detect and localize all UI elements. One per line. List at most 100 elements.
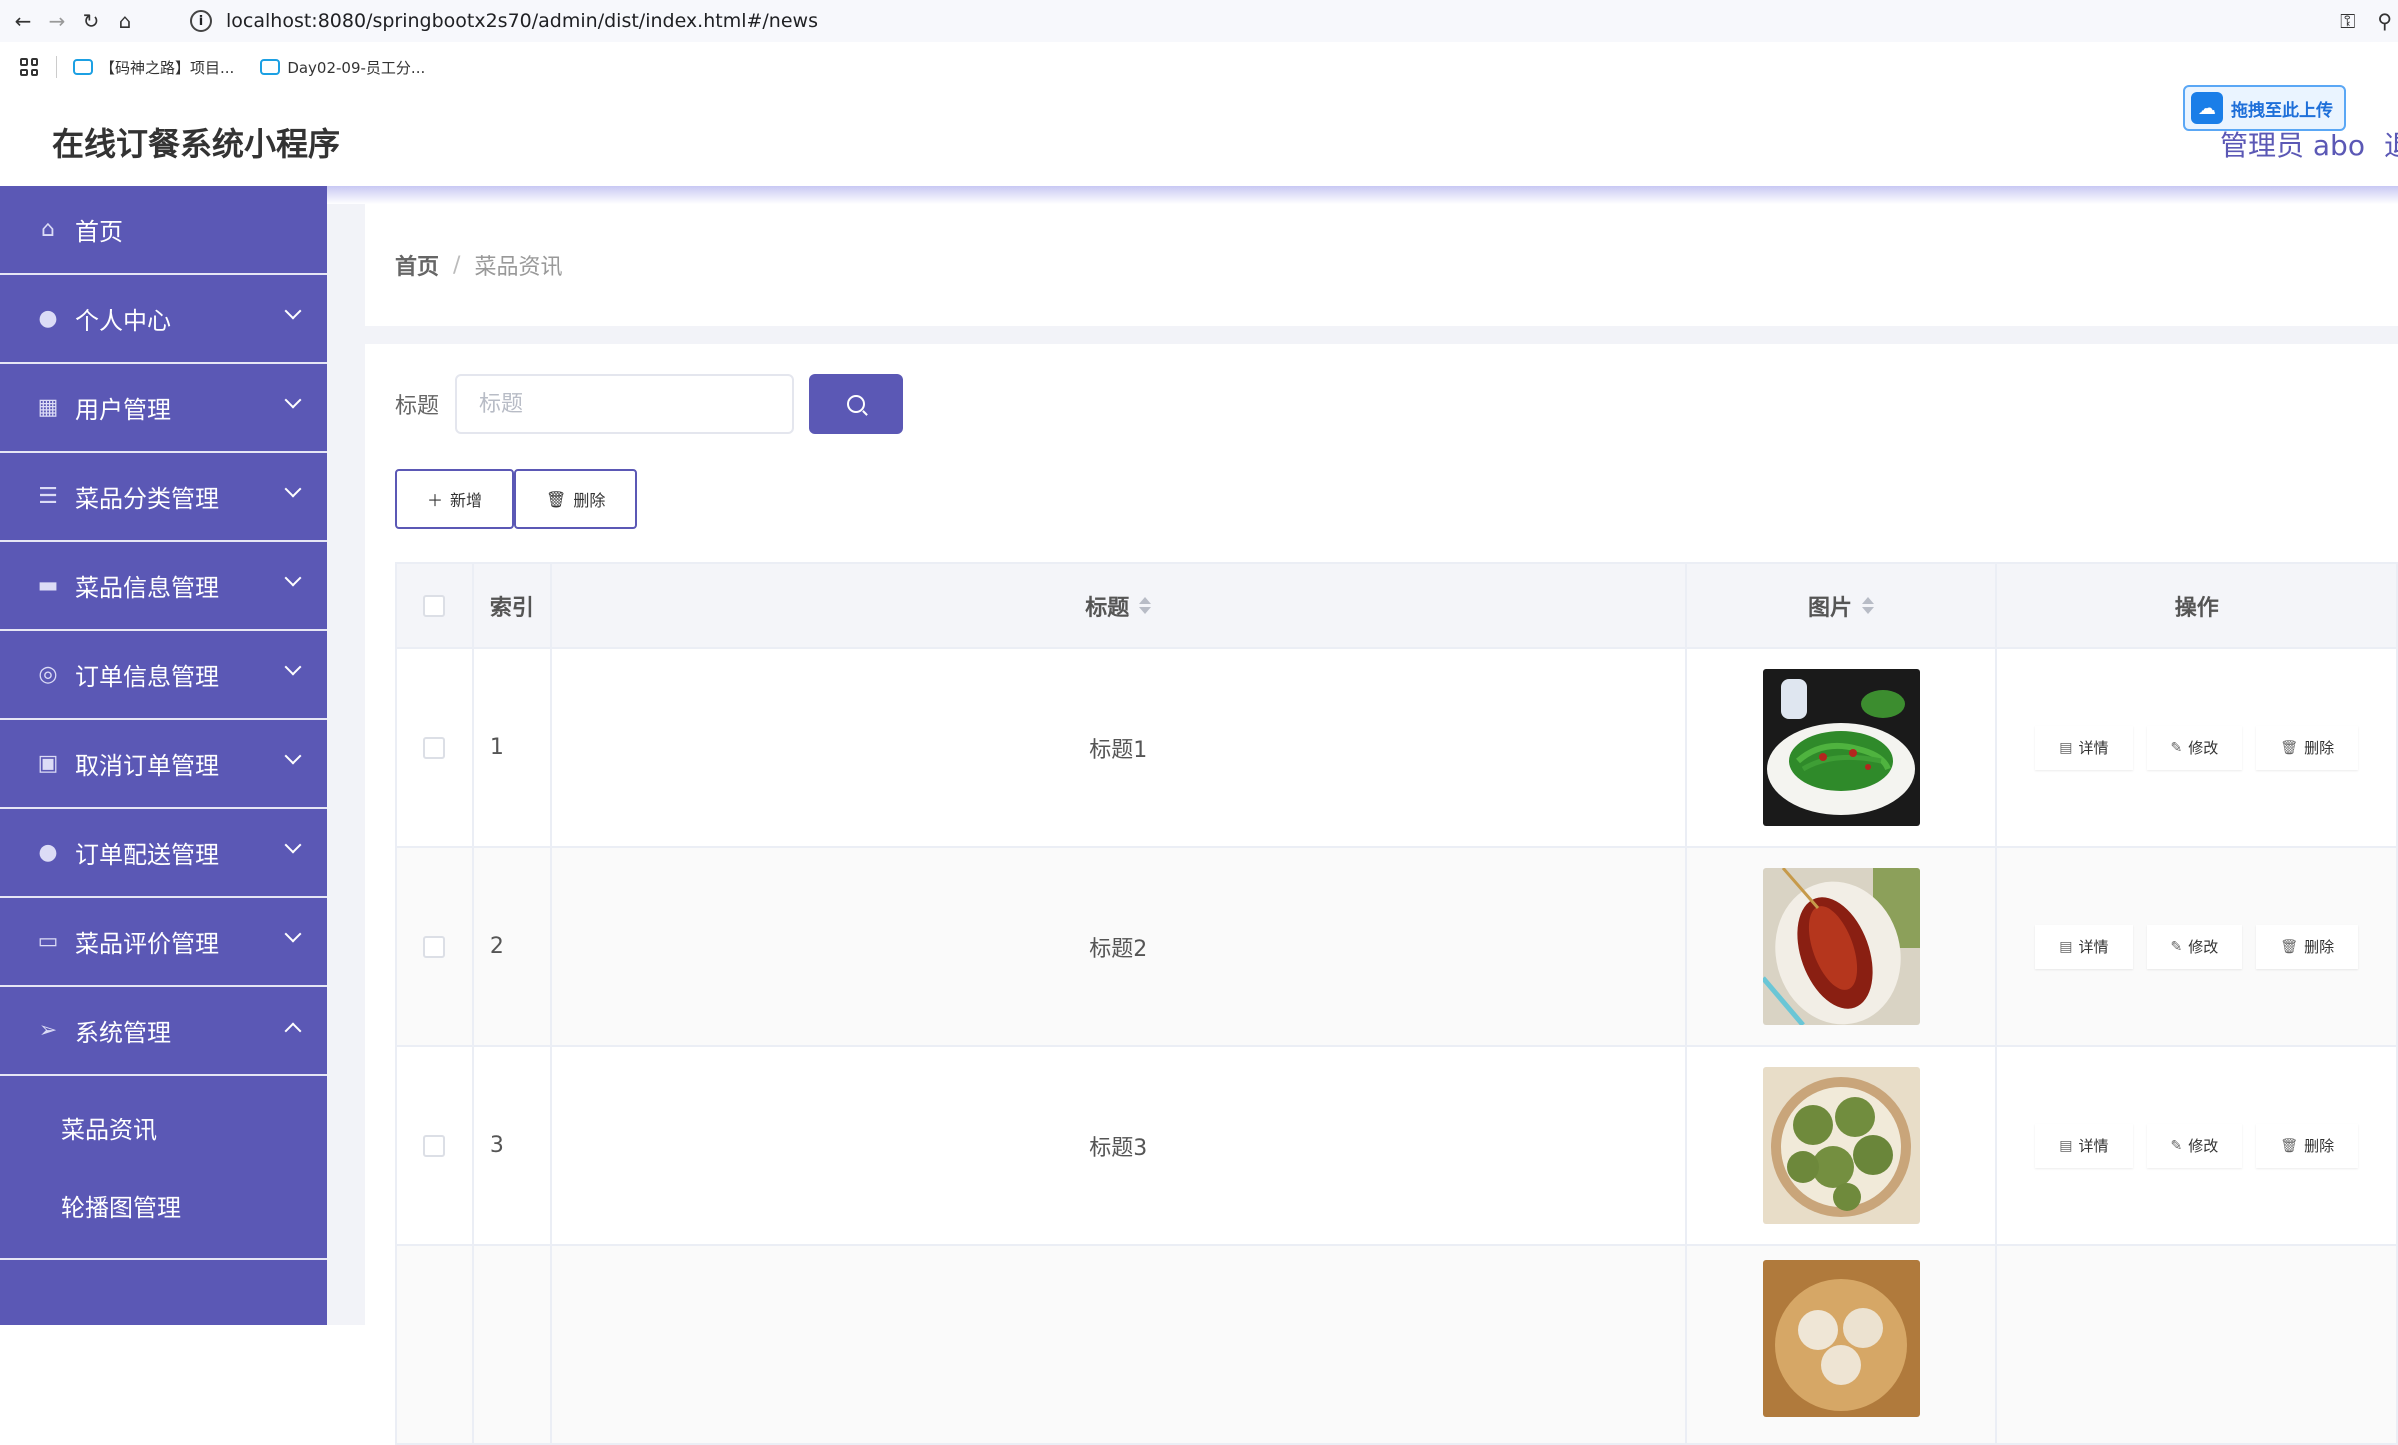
row-actions: ▤ 详情 ✎ 修改 🗑 删除 — [1997, 848, 2398, 1045]
row-checkbox[interactable] — [423, 1134, 446, 1157]
main-content: 首页 / 菜品资讯 标题 ＋ 新增 🗑 删除 — [327, 204, 2398, 1445]
row-checkbox-cell — [397, 1047, 474, 1244]
address-bar[interactable]: i localhost:8080/springbootx2s70/admin/d… — [190, 4, 2340, 38]
sidebar-item-label: 菜品评价管理 — [75, 930, 219, 958]
add-button[interactable]: ＋ 新增 — [395, 469, 515, 529]
logout-link[interactable]: 退 — [2384, 124, 2398, 164]
detail-button[interactable]: ▤ 详情 — [2035, 1123, 2133, 1168]
chevron-down-icon — [284, 480, 302, 498]
browser-toolbar: ← → ↻ ⌂ i localhost:8080/springbootx2s70… — [0, 0, 2398, 42]
home-nav-icon[interactable]: ⌂ — [114, 9, 136, 33]
detail-button[interactable]: ▤ 详情 — [2035, 725, 2133, 770]
delete-label: 删除 — [2304, 1137, 2335, 1155]
batch-delete-button[interactable]: 🗑 删除 — [514, 469, 638, 529]
apps-grid-icon[interactable] — [20, 58, 38, 76]
row-picture-cell — [1687, 848, 1998, 1045]
sidebar-item-label: 取消订单管理 — [75, 752, 219, 780]
url-text: localhost:8080/springbootx2s70/admin/dis… — [226, 10, 818, 32]
bookmark-label: Day02-09-员工分... — [287, 58, 426, 77]
sidebar-item-label: 菜品分类管理 — [75, 485, 219, 513]
row-picture-cell — [1687, 1047, 1998, 1244]
breadcrumb-home[interactable]: 首页 — [395, 249, 439, 281]
reload-icon[interactable]: ↻ — [80, 9, 102, 33]
detail-label: 详情 — [2078, 739, 2109, 757]
column-header-picture[interactable]: 图片 — [1687, 564, 1998, 647]
delete-button[interactable]: 🗑 删除 — [2256, 1123, 2359, 1168]
sidebar-item-user-management[interactable]: ▦ 用户管理 — [0, 364, 327, 453]
chevron-down-icon — [284, 302, 302, 320]
column-header-label: 图片 — [1808, 595, 1853, 621]
grid-icon: ▦ — [37, 395, 59, 420]
row-index — [474, 1246, 552, 1443]
news-table: 索引 标题 图片 操作 1 标题1 ▤ 详情 ✎ 修改 🗑 删除 2 标题2 ▤… — [395, 562, 2398, 1445]
edit-button[interactable]: ✎ 修改 — [2146, 1123, 2243, 1168]
sort-icon[interactable] — [1139, 597, 1152, 614]
document-icon: ▤ — [2059, 739, 2073, 756]
trash-icon: 🗑 — [2280, 1137, 2299, 1154]
bookmark-item[interactable]: Day02-09-员工分... — [260, 57, 425, 78]
site-info-icon[interactable]: i — [190, 10, 212, 32]
chevron-down-icon — [284, 747, 302, 765]
lifebuoy-icon: ◎ — [38, 662, 58, 687]
zoom-icon[interactable]: ⚲ — [2377, 9, 2392, 33]
row-checkbox-cell — [397, 848, 474, 1045]
sidebar-item-label: 菜品信息管理 — [75, 574, 219, 602]
dish-image — [1762, 1067, 1920, 1224]
bilibili-icon — [260, 59, 281, 75]
forward-icon[interactable]: → — [46, 9, 68, 33]
column-header-label: 标题 — [1085, 595, 1130, 621]
title-search-input[interactable] — [455, 374, 795, 434]
row-actions: ▤ 详情 ✎ 修改 🗑 删除 — [1997, 1047, 2398, 1244]
clipboard-icon: ▣ — [37, 751, 59, 776]
sidebar: ⌂ 首页 ● 个人中心 ▦ 用户管理 ☰ 菜品分类管理 ▬ 菜品信息管理 ◎ 订… — [0, 186, 327, 1325]
edit-button[interactable]: ✎ 修改 — [2146, 725, 2243, 770]
sidebar-item-order-info[interactable]: ◎ 订单信息管理 — [0, 631, 327, 720]
trash-icon: 🗑 — [546, 489, 567, 509]
search-icon — [847, 395, 866, 413]
cloud-icon: ☁ — [2191, 92, 2223, 124]
row-actions — [1997, 1246, 2398, 1443]
edit-button[interactable]: ✎ 修改 — [2146, 924, 2243, 969]
row-index: 1 — [474, 649, 552, 846]
sidebar-item-dish-info[interactable]: ▬ 菜品信息管理 — [0, 542, 327, 631]
plus-icon: ＋ — [427, 491, 444, 510]
row-checkbox[interactable] — [423, 736, 446, 759]
upload-badge-label: 拖拽至此上传 — [2231, 100, 2333, 121]
table-row: 3 标题3 ▤ 详情 ✎ 修改 🗑 删除 — [397, 1047, 2398, 1246]
sidebar-item-dish-category[interactable]: ☰ 菜品分类管理 — [0, 453, 327, 542]
upload-overlay-button[interactable]: ☁ 拖拽至此上传 — [2183, 85, 2346, 131]
table-row: 2 标题2 ▤ 详情 ✎ 修改 🗑 删除 — [397, 848, 2398, 1047]
sidebar-item-personal-center[interactable]: ● 个人中心 — [0, 275, 327, 364]
delete-button[interactable]: 🗑 删除 — [2256, 924, 2359, 969]
sidebar-item-home[interactable]: ⌂ 首页 — [0, 186, 327, 275]
password-key-icon[interactable]: ⚿ — [2340, 9, 2355, 33]
sidebar-subitem-dish-news[interactable]: 菜品资讯 — [0, 1088, 327, 1166]
back-icon[interactable]: ← — [12, 9, 34, 33]
chevron-down-icon — [284, 925, 302, 943]
app-title: 在线订餐系统小程序 — [52, 125, 341, 163]
header-shadow — [326, 186, 2398, 204]
document-icon: ▤ — [2059, 1137, 2073, 1154]
search-button[interactable] — [809, 374, 904, 434]
edit-label: 修改 — [2188, 938, 2219, 956]
user-icon: ● — [38, 306, 58, 331]
row-title — [552, 1246, 1687, 1443]
select-all-checkbox[interactable] — [423, 594, 446, 617]
sort-icon[interactable] — [1862, 597, 1875, 614]
system-submenu: 菜品资讯 轮播图管理 — [0, 1076, 327, 1260]
sidebar-item-dish-review[interactable]: ▭ 菜品评价管理 — [0, 898, 327, 987]
table-row: 1 标题1 ▤ 详情 ✎ 修改 🗑 删除 — [397, 649, 2398, 848]
bookmark-item[interactable]: 【码神之路】项目... — [73, 57, 234, 78]
person-icon: ● — [38, 840, 58, 865]
row-checkbox-cell — [397, 649, 474, 846]
sidebar-item-cancel-order[interactable]: ▣ 取消订单管理 — [0, 720, 327, 809]
delete-button[interactable]: 🗑 删除 — [2256, 725, 2359, 770]
column-header-title[interactable]: 标题 — [552, 564, 1687, 647]
sidebar-subitem-carousel[interactable]: 轮播图管理 — [0, 1166, 327, 1244]
sidebar-item-order-delivery[interactable]: ● 订单配送管理 — [0, 809, 327, 898]
sidebar-item-system[interactable]: ➢ 系统管理 — [0, 987, 327, 1076]
table-row — [397, 1246, 2398, 1445]
detail-button[interactable]: ▤ 详情 — [2035, 924, 2133, 969]
chevron-down-icon — [284, 569, 302, 587]
row-checkbox[interactable] — [423, 935, 446, 958]
